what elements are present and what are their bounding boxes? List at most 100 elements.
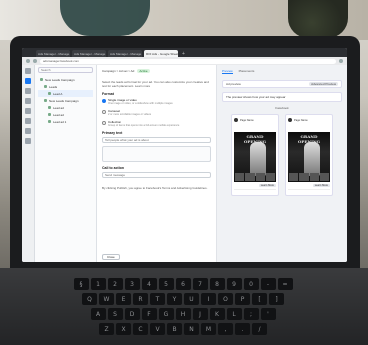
tree-item[interactable]: Lead ad	[38, 111, 93, 118]
url-field[interactable]: adsmanager.facebook.com	[40, 58, 336, 64]
reload-icon[interactable]	[33, 59, 37, 63]
key-row: Z X C V B N M,. /	[22, 323, 344, 335]
format-option[interactable]: Collection Group of items that opens into…	[102, 120, 211, 127]
keyboard-key: B	[167, 323, 182, 335]
adset-icon	[44, 99, 47, 102]
tree-item[interactable]: New Leads Campaign	[38, 97, 93, 104]
ad-preview-card[interactable]: Page Name GRAND OPENING Learn More	[231, 114, 279, 196]
media-box	[102, 146, 211, 163]
keyboard-key: 6	[175, 278, 191, 290]
background-chair	[60, 0, 150, 36]
keyboard-key: [	[252, 293, 267, 305]
keyboard-key: H	[175, 308, 191, 320]
key-row: § 1 2 3 4 5 6 7 8 9 0- =	[22, 278, 344, 290]
status-badge: Active	[137, 69, 150, 73]
keyboard-key: D	[124, 308, 140, 320]
advanced-preview-button[interactable]: Advanced Preview	[309, 82, 338, 86]
card-text	[234, 123, 276, 132]
profile-icon[interactable]	[339, 59, 343, 63]
tree-item-selected[interactable]: Lead A	[38, 90, 93, 97]
keyboard-key: P	[235, 293, 250, 305]
browser-tab[interactable]: Ads Manager - Manage Ads	[72, 50, 106, 57]
learn-more-button[interactable]: Learn More	[312, 183, 330, 187]
keyboard-key: .	[235, 323, 250, 335]
keyboard-key: 1	[90, 278, 106, 290]
tab-preview[interactable]: Preview	[222, 69, 233, 74]
keyboard-key: K	[209, 308, 225, 320]
preview-title: Ad preview	[226, 82, 241, 86]
ad-preview-card[interactable]: Page Name GRAND OPENING Learn More	[285, 114, 333, 196]
settings-icon[interactable]	[25, 128, 31, 134]
editor-actions: Close	[102, 254, 120, 260]
keyboard-key: V	[150, 323, 165, 335]
card-reactions	[288, 189, 330, 193]
keyboard-key: S	[107, 308, 123, 320]
format-option[interactable]: Carousel 2 or more scrollable images or v…	[102, 109, 211, 116]
campaigns-icon[interactable]	[25, 78, 31, 84]
ad-editor: Campaign > Ad set > Ad Active Select the…	[97, 65, 269, 262]
placement-group-label: Facebook	[275, 106, 289, 110]
browser-tab[interactable]: Ads Manager - Manage Ads	[108, 50, 142, 57]
card-text	[288, 123, 330, 132]
calendar-icon[interactable]	[25, 108, 31, 114]
new-tab-icon[interactable]: +	[180, 51, 187, 57]
creative-strip	[234, 172, 276, 182]
keyboard-key: O	[218, 293, 233, 305]
help-text: Select the leads ad format for your ad. …	[102, 80, 209, 88]
close-button[interactable]: Close	[102, 254, 120, 260]
primary-text-input[interactable]: Tell people what your ad is about	[102, 137, 211, 143]
keyboard-key: E	[116, 293, 131, 305]
photo-scene: Ads Manager - Manage Ads Ads Manager - M…	[0, 0, 368, 345]
preview-header: Ad preview Advanced Preview	[222, 80, 342, 88]
keyboard-key: ;	[243, 308, 259, 320]
format-option[interactable]: Single image or video One image or video,…	[102, 98, 211, 105]
ad-preview-panel: Preview Placements Ad preview Advanced P…	[217, 65, 347, 262]
ad-icon	[48, 106, 51, 109]
help-icon[interactable]	[25, 138, 31, 144]
adset-icon	[44, 85, 47, 88]
avatar	[288, 118, 292, 122]
back-icon[interactable]	[26, 59, 30, 63]
breadcrumb: Campaign > Ad set > Ad Active	[102, 69, 150, 73]
radio-icon[interactable]	[102, 110, 106, 114]
chart-icon[interactable]	[25, 98, 31, 104]
grid-icon[interactable]	[25, 88, 31, 94]
preview-note: The preview shows how your ad may appear	[222, 92, 342, 102]
keyboard-key: ,	[218, 323, 233, 335]
cta-select[interactable]: Send message	[102, 172, 211, 179]
keyboard-key: U	[184, 293, 199, 305]
browser-tab-strip: Ads Manager - Manage Ads Ads Manager - M…	[22, 48, 347, 57]
terms-note: By clicking Publish, you agree to Facebo…	[102, 186, 208, 191]
keyboard-key: '	[260, 308, 276, 320]
preview-cards: Page Name GRAND OPENING Learn More Page …	[222, 114, 342, 196]
learn-more-button[interactable]: Learn More	[258, 183, 276, 187]
tree-item[interactable]: Lead ad	[38, 104, 93, 111]
keyboard-key: F	[141, 308, 157, 320]
keyboard-key: 0	[243, 278, 259, 290]
avatar	[234, 118, 238, 122]
keyboard-key: Z	[99, 323, 114, 335]
radio-icon[interactable]	[102, 99, 106, 103]
preview-tabs: Preview Placements	[222, 68, 342, 74]
creative-strip	[288, 172, 330, 182]
tree-search-input[interactable]: Search	[38, 67, 93, 73]
keyboard-key: M	[201, 323, 216, 335]
keyboard-key: 5	[158, 278, 174, 290]
radio-icon[interactable]	[102, 121, 106, 125]
tree-item[interactable]: New Leads Campaign	[38, 76, 93, 83]
keyboard-key: G	[158, 308, 174, 320]
tree-item[interactable]: Lead ad 1	[38, 118, 93, 125]
left-rail	[22, 65, 35, 262]
ads-manager-app: Search New Leads Campaign Leads Lead A N…	[22, 65, 347, 262]
home-icon[interactable]	[25, 68, 31, 74]
tree-item[interactable]: Leads	[38, 83, 93, 90]
list-icon[interactable]	[25, 118, 31, 124]
browser-tab-active[interactable]: ROI Ads - Google Sheets	[144, 50, 178, 57]
keyboard-key: 3	[124, 278, 140, 290]
ad-icon	[48, 92, 51, 95]
keyboard-key: 2	[107, 278, 123, 290]
browser-tab[interactable]: Ads Manager - Manage Ads	[36, 50, 70, 57]
keyboard-key: -	[260, 278, 276, 290]
tab-placements[interactable]: Placements	[239, 69, 255, 73]
keyboard-key: Y	[167, 293, 182, 305]
